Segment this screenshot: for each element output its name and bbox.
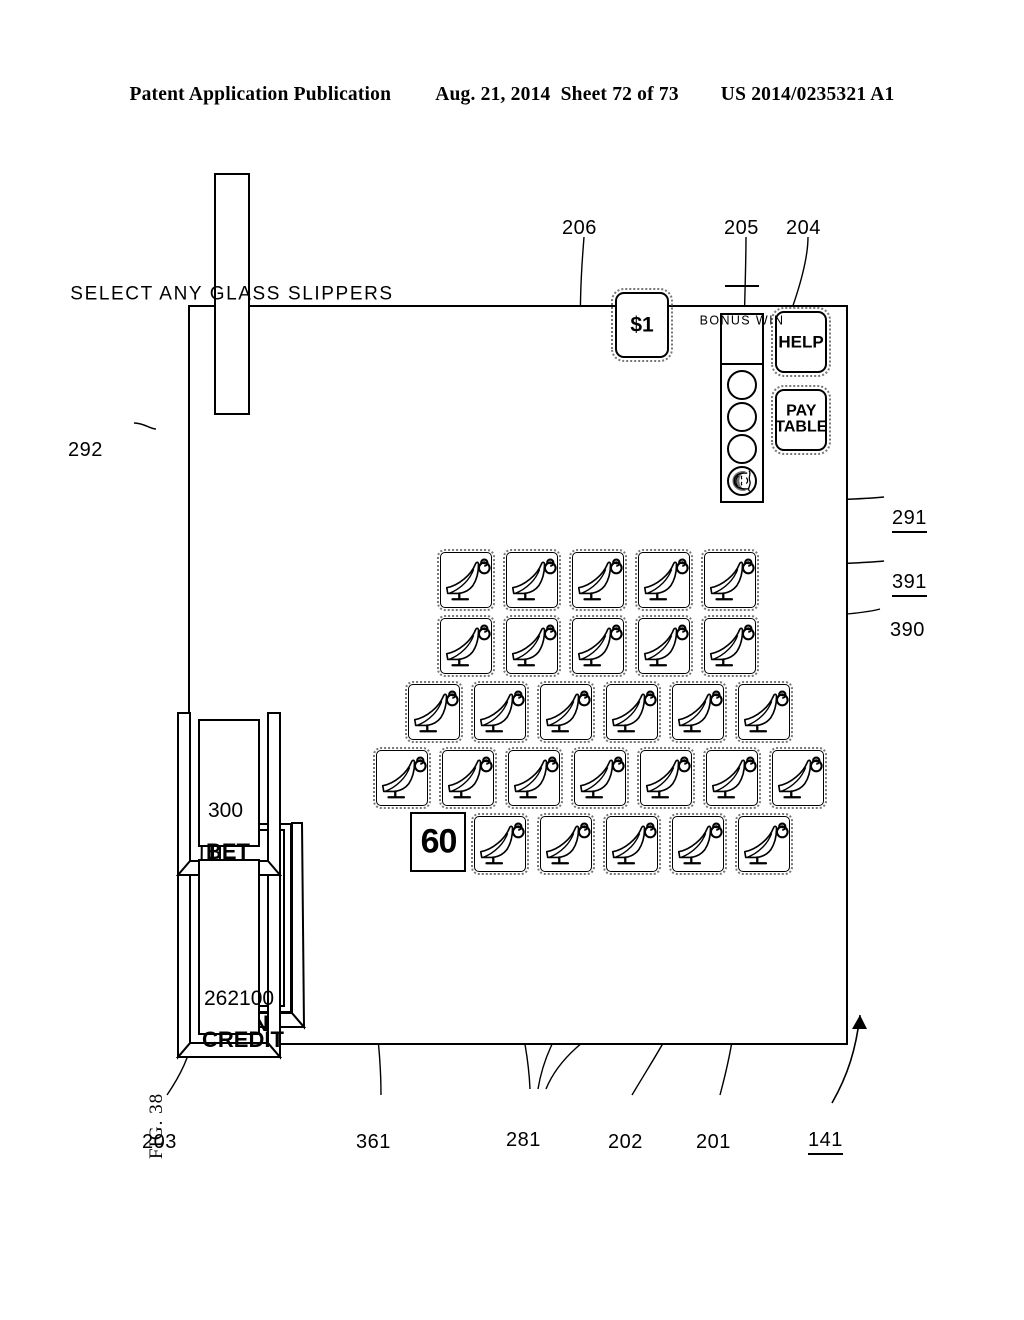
pay-table-button[interactable]: PAY TABLE (771, 384, 831, 456)
bet-label: BET (206, 839, 250, 864)
glass-slipper-card[interactable] (668, 812, 728, 876)
bonus-circle-empty (727, 434, 757, 464)
ref-201: 201 (696, 1131, 731, 1153)
glass-slipper-card[interactable] (568, 548, 628, 612)
multiplier-box: 60 (410, 812, 466, 872)
glass-slipper-icon (413, 690, 459, 733)
credit-bet-meter: CREDIT 262100 BET 300 (175, 712, 284, 1060)
glass-slipper-card[interactable] (470, 680, 530, 744)
glass-slipper-card[interactable] (700, 614, 760, 678)
glass-slipper-icon (645, 756, 691, 799)
glass-slipper-icon (513, 756, 559, 799)
ref-205: 205 (724, 217, 759, 239)
denomination-label: $1 (630, 313, 654, 337)
ref-390: 390 (890, 619, 925, 641)
credit-value: 262100 (204, 987, 275, 1010)
glass-slipper-card[interactable] (668, 680, 728, 744)
help-label: HELP (778, 332, 824, 351)
character-portrait-icon (732, 470, 751, 492)
bonus-circle-filled (727, 466, 757, 496)
glass-slipper-card[interactable] (700, 548, 760, 612)
ref-281: 281 (506, 1129, 541, 1151)
message-text: SELECT ANY GLASS SLIPPERS (70, 282, 394, 304)
glass-slipper-card[interactable] (634, 614, 694, 678)
bonus-win-label-box: BONUS WIN (700, 278, 784, 365)
glass-slipper-icon (479, 690, 525, 733)
glass-slipper-card[interactable] (602, 812, 662, 876)
glass-slipper-icon (381, 756, 427, 799)
glass-slipper-card[interactable] (502, 548, 562, 612)
pay-table-label-line1: PAY (785, 402, 817, 420)
glass-slipper-icon (743, 690, 789, 733)
glass-slipper-card[interactable] (438, 746, 498, 810)
message-box: SELECT ANY GLASS SLIPPERS (70, 173, 394, 415)
gaming-machine-display: 0 WIN CREDIT 262100 BET 300 (70, 173, 848, 1060)
glass-slipper-card[interactable] (568, 614, 628, 678)
bonus-win-label: BONUS WIN (699, 313, 785, 328)
glass-slipper-card[interactable] (734, 812, 794, 876)
denomination-button[interactable]: $1 (611, 287, 673, 363)
ref-292: 292 (68, 439, 103, 461)
ref-202: 202 (608, 1131, 643, 1153)
glass-slipper-card[interactable] (734, 680, 794, 744)
pay-table-label-line2: TABLE (774, 419, 828, 437)
glass-slipper-icon (445, 624, 491, 667)
glass-slipper-card[interactable] (470, 812, 530, 876)
glass-slipper-icon (445, 558, 491, 601)
glass-slipper-card[interactable] (702, 746, 762, 810)
glass-slipper-card[interactable] (436, 614, 496, 678)
glass-slipper-icon (643, 624, 689, 667)
glass-slipper-icon (545, 690, 591, 733)
glass-slipper-card[interactable] (404, 680, 464, 744)
bonus-circle-empty (727, 402, 757, 432)
glass-slipper-icon (447, 756, 493, 799)
glass-slipper-card[interactable] (502, 614, 562, 678)
ref-391: 391 (892, 571, 927, 597)
glass-slipper-card[interactable] (602, 680, 662, 744)
bonus-win-panel: BONUS WIN (700, 278, 784, 503)
glass-slipper-icon (577, 624, 623, 667)
glass-slipper-icon (479, 822, 525, 865)
glass-slipper-icon (711, 756, 757, 799)
glass-slipper-icon (743, 822, 789, 865)
ref-203: 203 (142, 1131, 177, 1153)
glass-slipper-icon (579, 756, 625, 799)
glass-slipper-icon (643, 558, 689, 601)
ref-204: 204 (786, 217, 821, 239)
credit-label: CREDIT (202, 1027, 284, 1052)
glass-slipper-icon (709, 624, 755, 667)
ref-291: 291 (892, 507, 927, 533)
glass-slipper-card[interactable] (536, 812, 596, 876)
glass-slipper-card[interactable] (372, 746, 432, 810)
glass-slipper-icon (709, 558, 755, 601)
ref-141: 141 (808, 1129, 843, 1155)
ref-206: 206 (562, 217, 597, 239)
glass-slipper-card[interactable] (570, 746, 630, 810)
glass-slipper-icon (577, 558, 623, 601)
glass-slipper-card[interactable] (504, 746, 564, 810)
glass-slipper-card[interactable] (768, 746, 828, 810)
multiplier-value: 60 (420, 822, 456, 861)
bonus-circle-row (722, 365, 762, 501)
glass-slipper-card[interactable] (634, 548, 694, 612)
figure-canvas: FIG. 38 141 203 361 281 202 201 292 206 … (68, 155, 927, 1165)
glass-slipper-icon (777, 756, 823, 799)
drawing-area: FIG. 38 141 203 361 281 202 201 292 206 … (0, 0, 1024, 1320)
ref-361: 361 (356, 1131, 391, 1153)
glass-slipper-icon (677, 690, 723, 733)
glass-slipper-icon (511, 558, 557, 601)
bet-value-box (198, 719, 260, 847)
glass-slipper-card[interactable] (436, 548, 496, 612)
bonus-circle-empty (727, 370, 757, 400)
glass-slipper-icon (611, 690, 657, 733)
glass-slipper-icon (611, 822, 657, 865)
glass-slipper-icon (677, 822, 723, 865)
glass-slipper-icon (545, 822, 591, 865)
bet-value: 300 (208, 799, 244, 822)
glass-slipper-card[interactable] (536, 680, 596, 744)
glass-slipper-card[interactable] (636, 746, 696, 810)
glass-slipper-icon (511, 624, 557, 667)
